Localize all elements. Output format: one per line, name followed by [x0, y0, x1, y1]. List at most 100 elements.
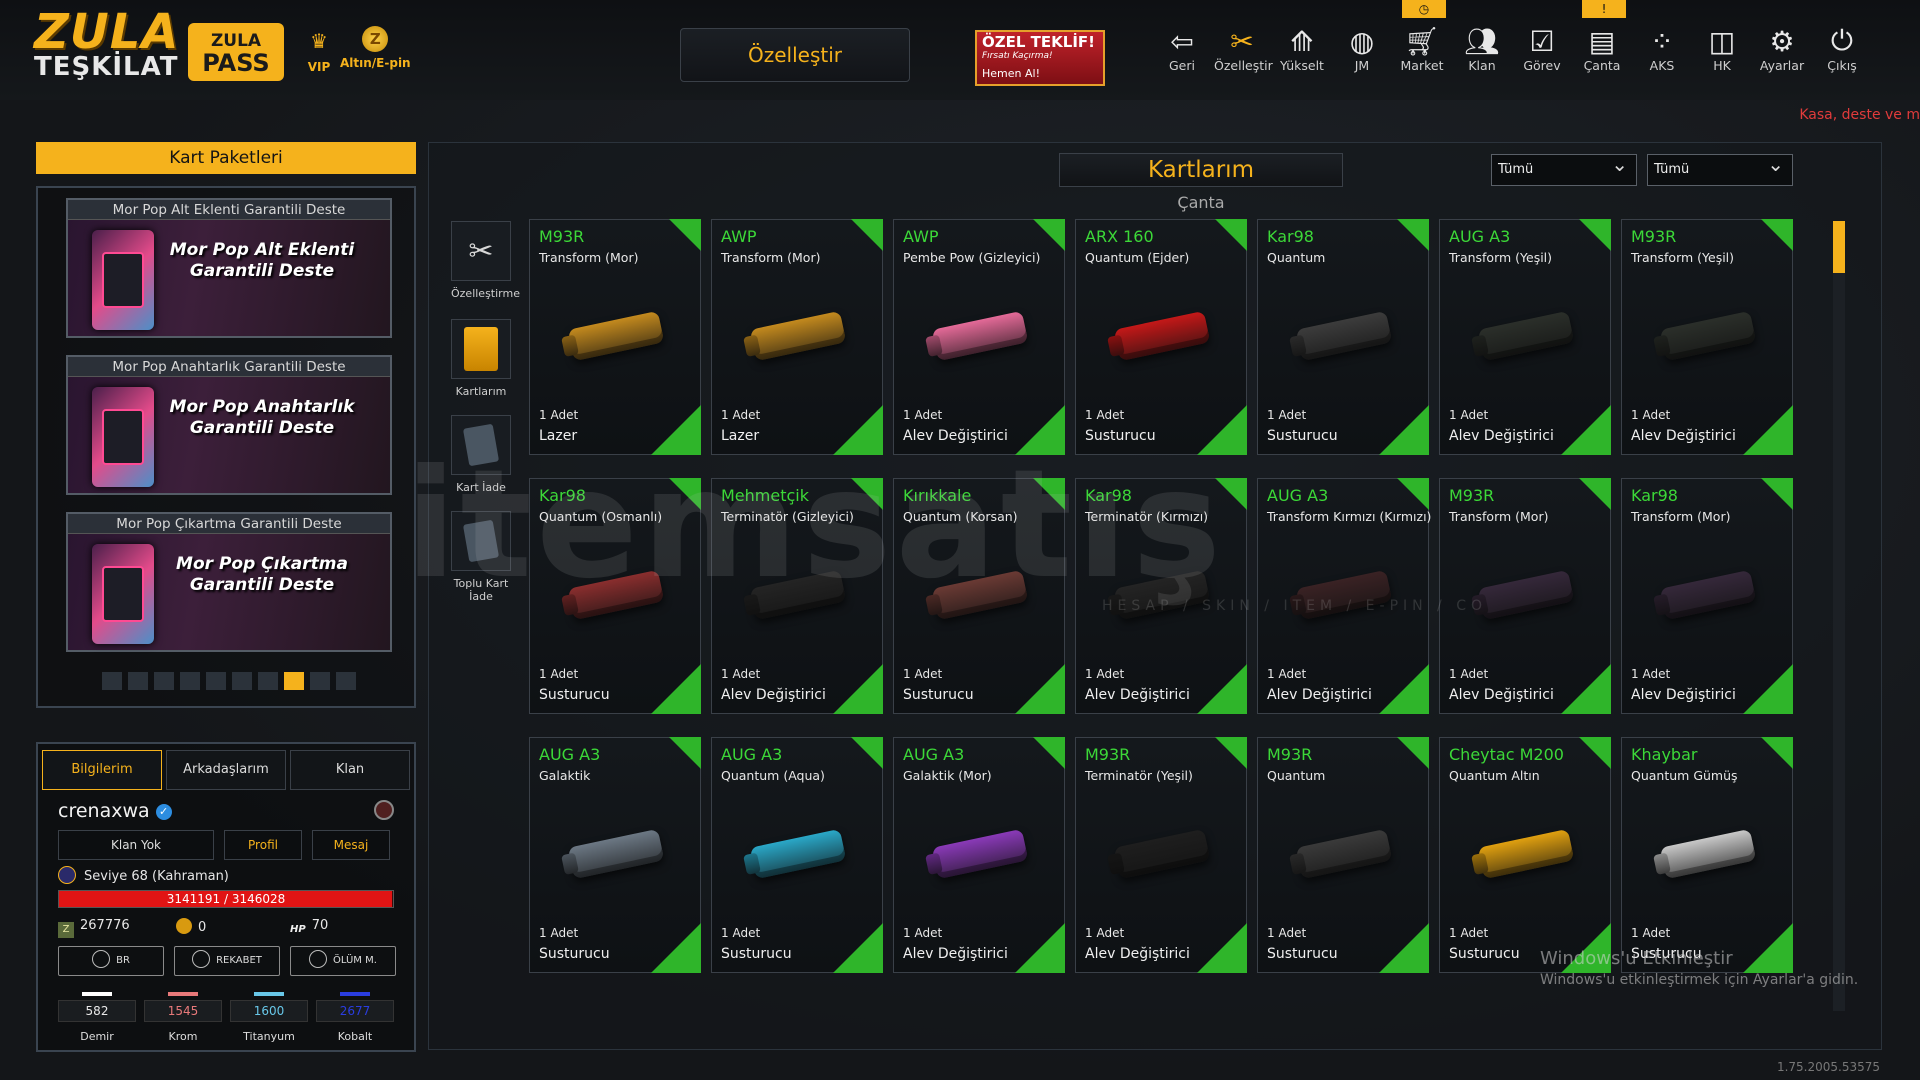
card-item[interactable]: AWP Pembe Pow (Gizleyici) 1 Adet Alev Değiş…: [893, 219, 1065, 455]
deck-item[interactable]: Mor Pop Çıkartma Garantili Deste Mor Pop…: [66, 512, 392, 652]
nav-klan[interactable]: 👥︎ Klan: [1454, 24, 1510, 74]
card-skin: Quantum: [1267, 250, 1326, 265]
deck-card-icon: [92, 544, 154, 644]
pagination-dot[interactable]: [258, 672, 278, 690]
pagination-dot[interactable]: [336, 672, 356, 690]
nav-ayarlar[interactable]: ⚙ Ayarlar: [1754, 24, 1810, 74]
card-count: 1 Adet: [539, 667, 579, 681]
nav-label: JM: [1354, 58, 1370, 73]
pagination-dot[interactable]: [102, 672, 122, 690]
card-item[interactable]: AWP Transform (Mor) 1 Adet Lazer: [711, 219, 883, 455]
card-count: 1 Adet: [1449, 926, 1489, 940]
card-item[interactable]: AUG A3 Transform Kırmızı (Kırmızı) 1 Adet A…: [1257, 478, 1431, 714]
tab-klan[interactable]: Klan: [290, 750, 410, 790]
mode-olum-button[interactable]: ÖLÜM M.: [290, 946, 396, 976]
card-type: Alev Değiştirici: [1449, 687, 1554, 703]
level-badge-icon: [58, 866, 76, 884]
vip-button[interactable]: ♛ VIP: [304, 26, 334, 74]
back-icon: ⇦: [1170, 24, 1194, 58]
filter-select-1[interactable]: Tümü: [1491, 149, 1637, 186]
pagination-dot[interactable]: [206, 672, 226, 690]
card-item[interactable]: M93R Transform (Yeşil) 1 Adet Alev Değiştir…: [1621, 219, 1793, 455]
card-item[interactable]: AUG A3 Galaktik (Mor) 1 Adet Alev Değiştiri…: [893, 737, 1065, 973]
nav-label: Geri: [1169, 58, 1195, 73]
nav-aks[interactable]: ⁘ AKS: [1634, 24, 1690, 74]
card-count: 1 Adet: [1085, 667, 1125, 681]
card-item[interactable]: M93R Transform (Mor) 1 Adet Alev Değiştiric…: [1439, 478, 1611, 714]
card-weapon: Kar98: [1631, 486, 1678, 505]
card-item[interactable]: Khaybar Quantum Gümüş 1 Adet Susturucu: [1621, 737, 1793, 973]
verified-icon: ✓: [155, 804, 172, 820]
card-skin: Quantum Altın: [1449, 768, 1540, 783]
card-item[interactable]: AUG A3 Transform (Yeşil) 1 Adet Alev Değişt…: [1439, 219, 1611, 455]
metal-value: 1600: [230, 1000, 308, 1022]
card-type: Alev Değiştirici: [903, 946, 1008, 962]
card-skin: Galaktik: [539, 768, 591, 783]
nav-label: Ayarlar: [1759, 58, 1805, 73]
nav-ozellestir[interactable]: ✂ Özelleştir: [1214, 24, 1273, 74]
scrollbar[interactable]: [1833, 221, 1845, 1011]
deck-header: Mor Pop Çıkartma Garantili Deste: [68, 514, 390, 534]
pagination-dot[interactable]: [180, 672, 200, 690]
profile-button[interactable]: Profil: [224, 830, 302, 860]
side-kartlarim[interactable]: Kartlarım: [451, 319, 511, 398]
pagination-dot[interactable]: [154, 672, 174, 690]
card-item[interactable]: M93R Transform (Mor) 1 Adet Lazer: [529, 219, 701, 455]
nav-label: Yükselt: [1280, 58, 1324, 73]
zula-logo[interactable]: ZULA TEŞKİLAT: [34, 8, 179, 93]
card-count: 1 Adet: [1631, 926, 1671, 940]
card-type: Alev Değiştirici: [1085, 687, 1190, 703]
scrollbar-thumb[interactable]: [1833, 221, 1845, 273]
card-item[interactable]: M93R Quantum 1 Adet Susturucu: [1257, 737, 1429, 973]
card-item[interactable]: AUG A3 Quantum (Aqua) 1 Adet Susturucu: [711, 737, 883, 973]
nav-jm[interactable]: ◍ JM: [1334, 24, 1390, 74]
rekabet-icon: [192, 950, 211, 968]
card-weapon: M93R: [1267, 745, 1313, 764]
metal-name: Kobalt: [337, 1030, 373, 1043]
metal-value: 1545: [144, 1000, 222, 1022]
deck-item[interactable]: Mor Pop Alt Eklenti Garantili Deste Mor …: [66, 198, 392, 338]
nav-canta[interactable]: ! ▤ Çanta: [1574, 0, 1630, 73]
tab-bilgilerim[interactable]: Bilgilerim: [42, 750, 162, 790]
attachment-icon: [1477, 310, 1575, 362]
card-skin: Transform (Yeşil): [1449, 250, 1553, 265]
nav-hk[interactable]: ◫ HK: [1694, 24, 1750, 74]
card-count: 1 Adet: [721, 926, 761, 940]
altin-epin-button[interactable]: Z Altın/E-pin: [340, 26, 411, 70]
message-button[interactable]: Mesaj: [312, 830, 390, 860]
metal-value: 2677: [316, 1000, 394, 1022]
profile-panel: Bilgilerim Arkadaşlarım Klan crenaxwa ✓ K…: [36, 742, 416, 1052]
clan-button[interactable]: Klan Yok: [58, 830, 214, 860]
nav-geri[interactable]: ⇦ Geri: [1154, 24, 1210, 74]
card-item[interactable]: Kar98 Quantum 1 Adet Susturucu: [1257, 219, 1429, 455]
page-title: Kartlarım: [1059, 153, 1343, 187]
mode-rekabet-button[interactable]: REKABET: [174, 946, 280, 976]
pagination-dot[interactable]: [284, 672, 304, 690]
pagination-dot[interactable]: [128, 672, 148, 690]
mode-br-button[interactable]: BR: [58, 946, 164, 976]
deck-banner: Mor Pop Çıkartma Garantili Deste: [68, 534, 390, 650]
nav-gorev[interactable]: ☑ Görev: [1514, 24, 1570, 74]
card-item[interactable]: ARX 160 Quantum (Ejder) 1 Adet Susturucu: [1075, 219, 1247, 455]
zula-pass-button[interactable]: ZULA PASS: [188, 23, 284, 81]
card-item[interactable]: Cheytac M200 Quantum Altın 1 Adet Susturucu: [1439, 737, 1611, 973]
tab-arkadaslarim[interactable]: Arkadaşlarım: [166, 750, 286, 790]
pagination-dot[interactable]: [310, 672, 330, 690]
filter-select-2[interactable]: Tümü: [1647, 149, 1793, 186]
card-count: 1 Adet: [1267, 926, 1307, 940]
card-weapon: AUG A3: [539, 745, 601, 764]
pagination-dot[interactable]: [232, 672, 252, 690]
special-offer-banner[interactable]: ÖZEL TEKLİF! Fırsatı Kaçırma! Hemen Al!: [975, 30, 1105, 86]
nav-yukselt[interactable]: ⟰ Yükselt: [1274, 24, 1330, 74]
card-item[interactable]: Kar98 Transform (Mor) 1 Adet Alev Değiştiri…: [1621, 478, 1793, 714]
nav-cikis[interactable]: ⏻ Çıkış: [1814, 24, 1870, 73]
card-skin: Quantum (Ejder): [1085, 250, 1190, 265]
xp-text: 3141191 / 3146028: [166, 892, 286, 906]
card-item[interactable]: AUG A3 Galaktik 1 Adet Susturucu: [529, 737, 701, 973]
nav-market[interactable]: ◷ 🛒︎ Market: [1394, 0, 1450, 73]
ozellestir-button[interactable]: Özelleştir: [680, 28, 910, 82]
deck-item[interactable]: Mor Pop Anahtarlık Garantili Deste Mor P…: [66, 355, 392, 495]
side-ozellestirme[interactable]: ✂ Özelleştirme: [451, 221, 520, 300]
card-skin: Transform (Mor): [539, 250, 639, 265]
card-item[interactable]: M93R Terminatör (Yeşil) 1 Adet Alev Değişti…: [1075, 737, 1247, 973]
